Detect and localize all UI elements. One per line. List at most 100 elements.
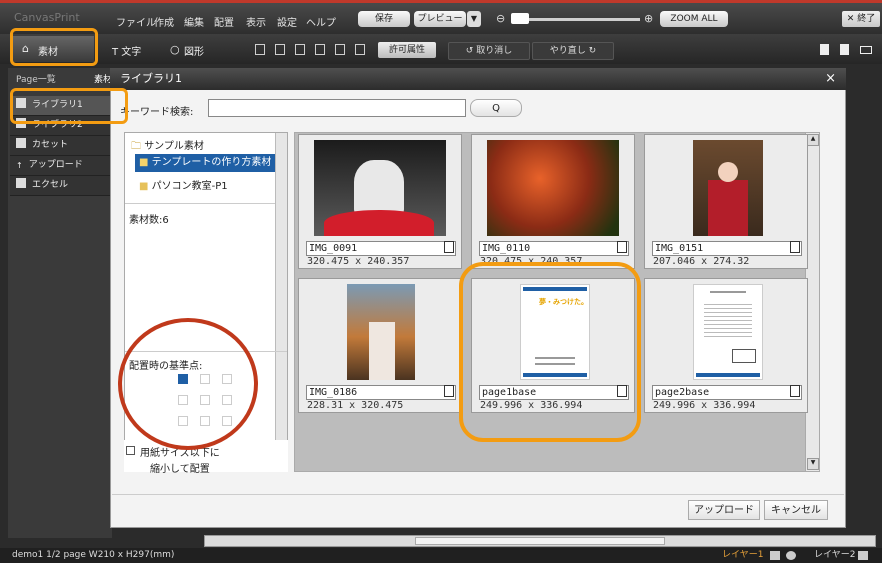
shape-tool-button[interactable]: 図形: [184, 43, 204, 58]
upload-button[interactable]: アップロード: [688, 500, 760, 520]
undo-label: 取り消し: [476, 46, 513, 56]
save-button[interactable]: 保存: [358, 11, 410, 27]
search-input[interactable]: [208, 99, 466, 117]
sidebar-item-label: エクセル: [32, 180, 69, 190]
cassette-icon: [16, 138, 26, 148]
page-double-icon[interactable]: [840, 44, 849, 55]
menu-help[interactable]: ヘルプ: [306, 14, 336, 29]
menu-settings[interactable]: 設定: [277, 14, 297, 29]
redo-label: やり直し: [549, 46, 586, 56]
close-icon[interactable]: ×: [825, 68, 836, 90]
fit-checkbox[interactable]: [126, 446, 135, 455]
menu-view[interactable]: 表示: [246, 14, 266, 29]
zoom-in-icon[interactable]: ⊕: [644, 12, 653, 25]
trash-icon[interactable]: [335, 44, 345, 55]
front-icon[interactable]: [295, 44, 305, 55]
folder-label: サンプル素材: [144, 141, 204, 152]
folder-pc-class[interactable]: ■ パソコン教室-P1: [139, 177, 228, 192]
thumb-text-line: [710, 291, 746, 293]
lock-icon[interactable]: [770, 551, 780, 560]
material-name: IMG_0186: [306, 385, 456, 400]
folder-label: パソコン教室-P1: [151, 181, 228, 192]
align-icon[interactable]: [255, 44, 265, 55]
undo-button[interactable]: ↺ 取り消し: [448, 42, 530, 60]
document-icon[interactable]: [617, 241, 627, 253]
photo-figure: [354, 160, 404, 215]
app-logo: CanvasPrint: [14, 11, 80, 24]
thumb-text-block: [704, 301, 752, 337]
preview-dropdown-icon[interactable]: ▼: [467, 11, 481, 27]
scroll-up-icon[interactable]: ▲: [807, 134, 819, 146]
highlight-page1base: [459, 262, 641, 442]
info-icon[interactable]: [355, 44, 365, 55]
menu-file[interactable]: ファイル: [116, 14, 156, 29]
menu-create[interactable]: 作成: [154, 14, 174, 29]
zoom-slider-track[interactable]: [512, 18, 640, 21]
highlight-anchor-circle: [118, 318, 258, 450]
material-dimensions: 228.31 x 320.475: [307, 400, 404, 411]
tool-bar: ⌂ 素材 T 文字 ○ 図形 許可属性 ↺ 取り消し やり直し ↻: [0, 34, 882, 64]
zoom-slider-thumb[interactable]: [511, 13, 529, 24]
lock-icon[interactable]: [858, 551, 868, 560]
material-card-img0151[interactable]: IMG_0151 207.046 x 274.32: [644, 134, 808, 269]
status-bar: demo1 1/2 page W210 x H297(mm) レイヤー1 レイヤ…: [0, 548, 882, 563]
material-dimensions: 320.475 x 240.357: [307, 256, 410, 267]
material-card-img0186[interactable]: IMG_0186 228.31 x 320.475: [298, 278, 462, 413]
material-dimensions: 249.996 x 336.994: [653, 400, 756, 411]
thumbnail-pagoda-photo: [347, 284, 415, 380]
folder-scrollbar[interactable]: [275, 133, 287, 471]
search-label: キーワード検索:: [120, 107, 194, 118]
zoom-out-icon[interactable]: ⊖: [496, 12, 505, 25]
text-tool-button[interactable]: T 文字: [112, 43, 141, 58]
thumbnail-autumn-photo: [487, 140, 619, 236]
thumbnail-rickshaw-photo: [314, 140, 446, 236]
sidebar-item-cassette[interactable]: カセット: [10, 136, 118, 156]
highlight-library1: [10, 88, 128, 124]
folder-template-selected[interactable]: ■ テンプレートの作り方素材: [135, 154, 275, 172]
sidebar-item-upload[interactable]: ↑ アップロード: [10, 156, 118, 176]
menu-bar: CanvasPrint ファイル 作成 編集 配置 表示 設定 ヘルプ 保存 プ…: [0, 0, 882, 34]
menu-place[interactable]: 配置: [214, 14, 234, 29]
fit-checkbox-label-2: 縮小して配置: [150, 464, 210, 475]
eye-icon[interactable]: [786, 551, 796, 560]
scroll-thumb[interactable]: [415, 537, 665, 545]
zoom-all-button[interactable]: ZOOM ALL: [660, 11, 728, 27]
item-count: 素材数:6: [129, 215, 169, 226]
material-card-img0110[interactable]: IMG_0110 320.475 x 240.357: [471, 134, 635, 269]
document-icon[interactable]: [790, 385, 800, 397]
undo-icon: ↺: [465, 46, 474, 56]
sidebar-item-excel[interactable]: エクセル: [10, 176, 118, 196]
document-icon[interactable]: [444, 385, 454, 397]
menu-edit[interactable]: 編集: [184, 14, 204, 29]
canvas-horizontal-scrollbar[interactable]: [204, 535, 876, 547]
permission-button[interactable]: 許可属性: [378, 42, 436, 58]
preview-button[interactable]: プレビュー: [414, 11, 466, 27]
folder-open-icon: 🗀: [131, 141, 141, 152]
layer1-tab[interactable]: レイヤー1: [722, 548, 763, 563]
material-card-page2base[interactable]: page2base 249.996 x 336.994: [644, 278, 808, 413]
ruler-icon[interactable]: [860, 46, 872, 54]
sidebar-item-label: カセット: [32, 140, 69, 150]
material-name: page2base: [652, 385, 802, 400]
group-icon[interactable]: [275, 44, 285, 55]
photo-kimono: [708, 180, 748, 236]
back-icon[interactable]: [315, 44, 325, 55]
redo-button[interactable]: やり直し ↻: [532, 42, 614, 60]
exit-label: 終了: [857, 14, 876, 24]
search-button[interactable]: Q: [470, 99, 522, 117]
exit-button[interactable]: ✕ 終了: [842, 11, 880, 27]
photo-figure: [369, 322, 395, 380]
document-icon[interactable]: [444, 241, 454, 253]
tab-pages[interactable]: Page一覧: [16, 72, 56, 85]
cancel-button[interactable]: キャンセル: [764, 500, 828, 520]
search-icon: Q: [492, 103, 500, 114]
material-card-img0091[interactable]: IMG_0091 320.475 x 240.357: [298, 134, 462, 269]
document-icon[interactable]: [790, 241, 800, 253]
scroll-down-icon[interactable]: ▼: [807, 458, 819, 470]
page-icon[interactable]: [820, 44, 829, 55]
thumbnail-kimono-photo: [693, 140, 763, 236]
layer2-tab[interactable]: レイヤー2: [814, 548, 855, 563]
divider: [112, 494, 844, 495]
sidebar-item-label: アップロード: [28, 160, 83, 170]
material-dimensions: 207.046 x 274.32: [653, 256, 750, 267]
